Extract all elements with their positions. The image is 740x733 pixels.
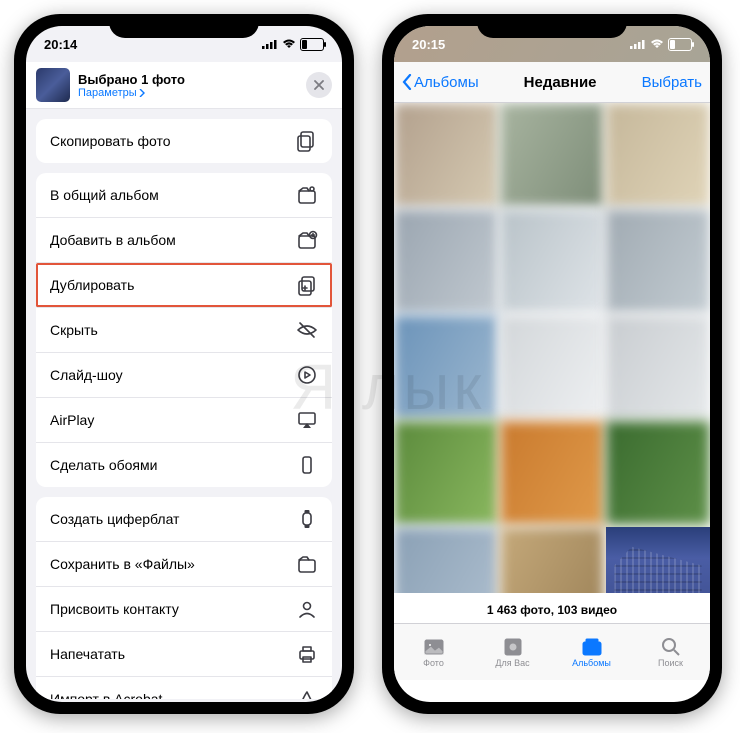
share-sheet-screen: 20:14 Выбрано 1 фото Параметры bbox=[26, 26, 342, 702]
iphone-frame-right: 20:15 Альбомы Недавние Выбрать bbox=[382, 14, 722, 714]
action-label: Скрыть bbox=[50, 322, 98, 338]
tab-foryou[interactable]: Для Вас bbox=[473, 624, 552, 680]
actions-list[interactable]: Скопировать фото В общий альбом Добавить в… bbox=[26, 109, 342, 699]
airplay-icon bbox=[296, 409, 318, 431]
copy-photo-icon bbox=[296, 130, 318, 152]
action-hide[interactable]: Скрыть bbox=[36, 308, 332, 353]
iphone-frame-left: 20:14 Выбрано 1 фото Параметры bbox=[14, 14, 354, 714]
action-acrobat[interactable]: Импорт в Acrobat bbox=[36, 677, 332, 699]
wifi-icon bbox=[650, 39, 664, 49]
photo-thumbnail[interactable] bbox=[500, 421, 604, 525]
clock: 20:15 bbox=[412, 37, 445, 52]
wallpaper-icon bbox=[296, 454, 318, 476]
photo-thumbnail[interactable] bbox=[394, 315, 498, 419]
action-label: Присвоить контакту bbox=[50, 601, 179, 617]
acrobat-icon bbox=[296, 688, 318, 699]
action-contact[interactable]: Присвоить контакту bbox=[36, 587, 332, 632]
action-label: Импорт в Acrobat bbox=[50, 691, 162, 699]
print-icon bbox=[296, 643, 318, 665]
add-album-icon bbox=[296, 229, 318, 251]
battery-icon bbox=[300, 38, 324, 51]
contact-icon bbox=[296, 598, 318, 620]
signal-icon bbox=[262, 39, 278, 49]
action-slideshow[interactable]: Слайд-шоу bbox=[36, 353, 332, 398]
back-button[interactable]: Альбомы bbox=[402, 74, 479, 91]
page-title: Недавние bbox=[524, 74, 597, 91]
action-label: Слайд-шоу bbox=[50, 367, 123, 383]
photo-thumbnail[interactable] bbox=[500, 209, 604, 313]
action-label: В общий альбом bbox=[50, 187, 159, 203]
duplicate-icon bbox=[296, 274, 318, 296]
clock: 20:14 bbox=[44, 37, 77, 52]
tab-bar: Фото Для Вас Альбомы Поиск bbox=[394, 623, 710, 680]
photo-thumbnail[interactable] bbox=[500, 315, 604, 419]
selected-thumbnail bbox=[36, 68, 70, 102]
tab-label: Альбомы bbox=[572, 658, 611, 668]
action-print[interactable]: Напечатать bbox=[36, 632, 332, 677]
tab-label: Поиск bbox=[658, 658, 683, 668]
tab-label: Фото bbox=[423, 658, 444, 668]
photo-thumbnail[interactable] bbox=[394, 209, 498, 313]
action-copy-photo[interactable]: Скопировать фото bbox=[36, 119, 332, 163]
tab-search[interactable]: Поиск bbox=[631, 624, 710, 680]
action-airplay[interactable]: AirPlay bbox=[36, 398, 332, 443]
chevron-left-icon bbox=[402, 74, 412, 90]
hide-icon bbox=[296, 319, 318, 341]
action-shared-album[interactable]: В общий альбом bbox=[36, 173, 332, 218]
battery-icon bbox=[668, 38, 692, 51]
action-label: Добавить в альбом bbox=[50, 232, 176, 248]
photo-thumbnail[interactable] bbox=[394, 527, 498, 593]
action-label: Создать циферблат bbox=[50, 511, 179, 527]
photo-count: 1 463 фото, 103 видео bbox=[394, 593, 710, 623]
action-wallpaper[interactable]: Сделать обоями bbox=[36, 443, 332, 487]
action-duplicate[interactable]: Дублировать bbox=[36, 263, 332, 308]
signal-icon bbox=[630, 39, 646, 49]
action-label: Напечатать bbox=[50, 646, 125, 662]
photo-grid[interactable] bbox=[394, 103, 710, 593]
action-watchface[interactable]: Создать циферблат bbox=[36, 497, 332, 542]
tab-label: Для Вас bbox=[495, 658, 529, 668]
close-icon bbox=[314, 80, 324, 90]
photos-album-screen: 20:15 Альбомы Недавние Выбрать bbox=[394, 26, 710, 702]
action-label: Сохранить в «Файлы» bbox=[50, 556, 195, 572]
chevron-right-icon bbox=[139, 89, 145, 97]
action-label: Сделать обоями bbox=[50, 457, 157, 473]
photo-thumbnail[interactable] bbox=[606, 103, 710, 207]
wifi-icon bbox=[282, 39, 296, 49]
action-files[interactable]: Сохранить в «Файлы» bbox=[36, 542, 332, 587]
action-label: Дублировать bbox=[50, 277, 134, 293]
tab-albums[interactable]: Альбомы bbox=[552, 624, 631, 680]
photo-thumbnail[interactable] bbox=[606, 315, 710, 419]
notch bbox=[109, 14, 259, 38]
selection-title: Выбрано 1 фото bbox=[78, 72, 185, 87]
slideshow-icon bbox=[296, 364, 318, 386]
action-add-album[interactable]: Добавить в альбом bbox=[36, 218, 332, 263]
share-header: Выбрано 1 фото Параметры bbox=[26, 62, 342, 109]
files-icon bbox=[296, 553, 318, 575]
photo-thumbnail[interactable] bbox=[394, 421, 498, 525]
action-group: В общий альбом Добавить в альбом Дублирова… bbox=[36, 173, 332, 487]
watchface-icon bbox=[296, 508, 318, 530]
photo-thumbnail[interactable] bbox=[606, 209, 710, 313]
select-button[interactable]: Выбрать bbox=[642, 74, 702, 91]
action-group: Создать циферблат Сохранить в «Файлы» Прис… bbox=[36, 497, 332, 699]
navigation-bar: Альбомы Недавние Выбрать bbox=[394, 62, 710, 103]
photo-thumbnail[interactable] bbox=[394, 103, 498, 207]
photo-thumbnail[interactable] bbox=[500, 527, 604, 593]
tab-photos[interactable]: Фото bbox=[394, 624, 473, 680]
photo-thumbnail[interactable] bbox=[500, 103, 604, 207]
action-label: Скопировать фото bbox=[50, 133, 171, 149]
close-button[interactable] bbox=[306, 72, 332, 98]
notch bbox=[477, 14, 627, 38]
shared-album-icon bbox=[296, 184, 318, 206]
photo-thumbnail[interactable] bbox=[606, 421, 710, 525]
action-label: AirPlay bbox=[50, 412, 94, 428]
options-button[interactable]: Параметры bbox=[78, 87, 185, 99]
photo-thumbnail-duplicate[interactable] bbox=[606, 527, 710, 593]
action-group: Скопировать фото bbox=[36, 119, 332, 163]
